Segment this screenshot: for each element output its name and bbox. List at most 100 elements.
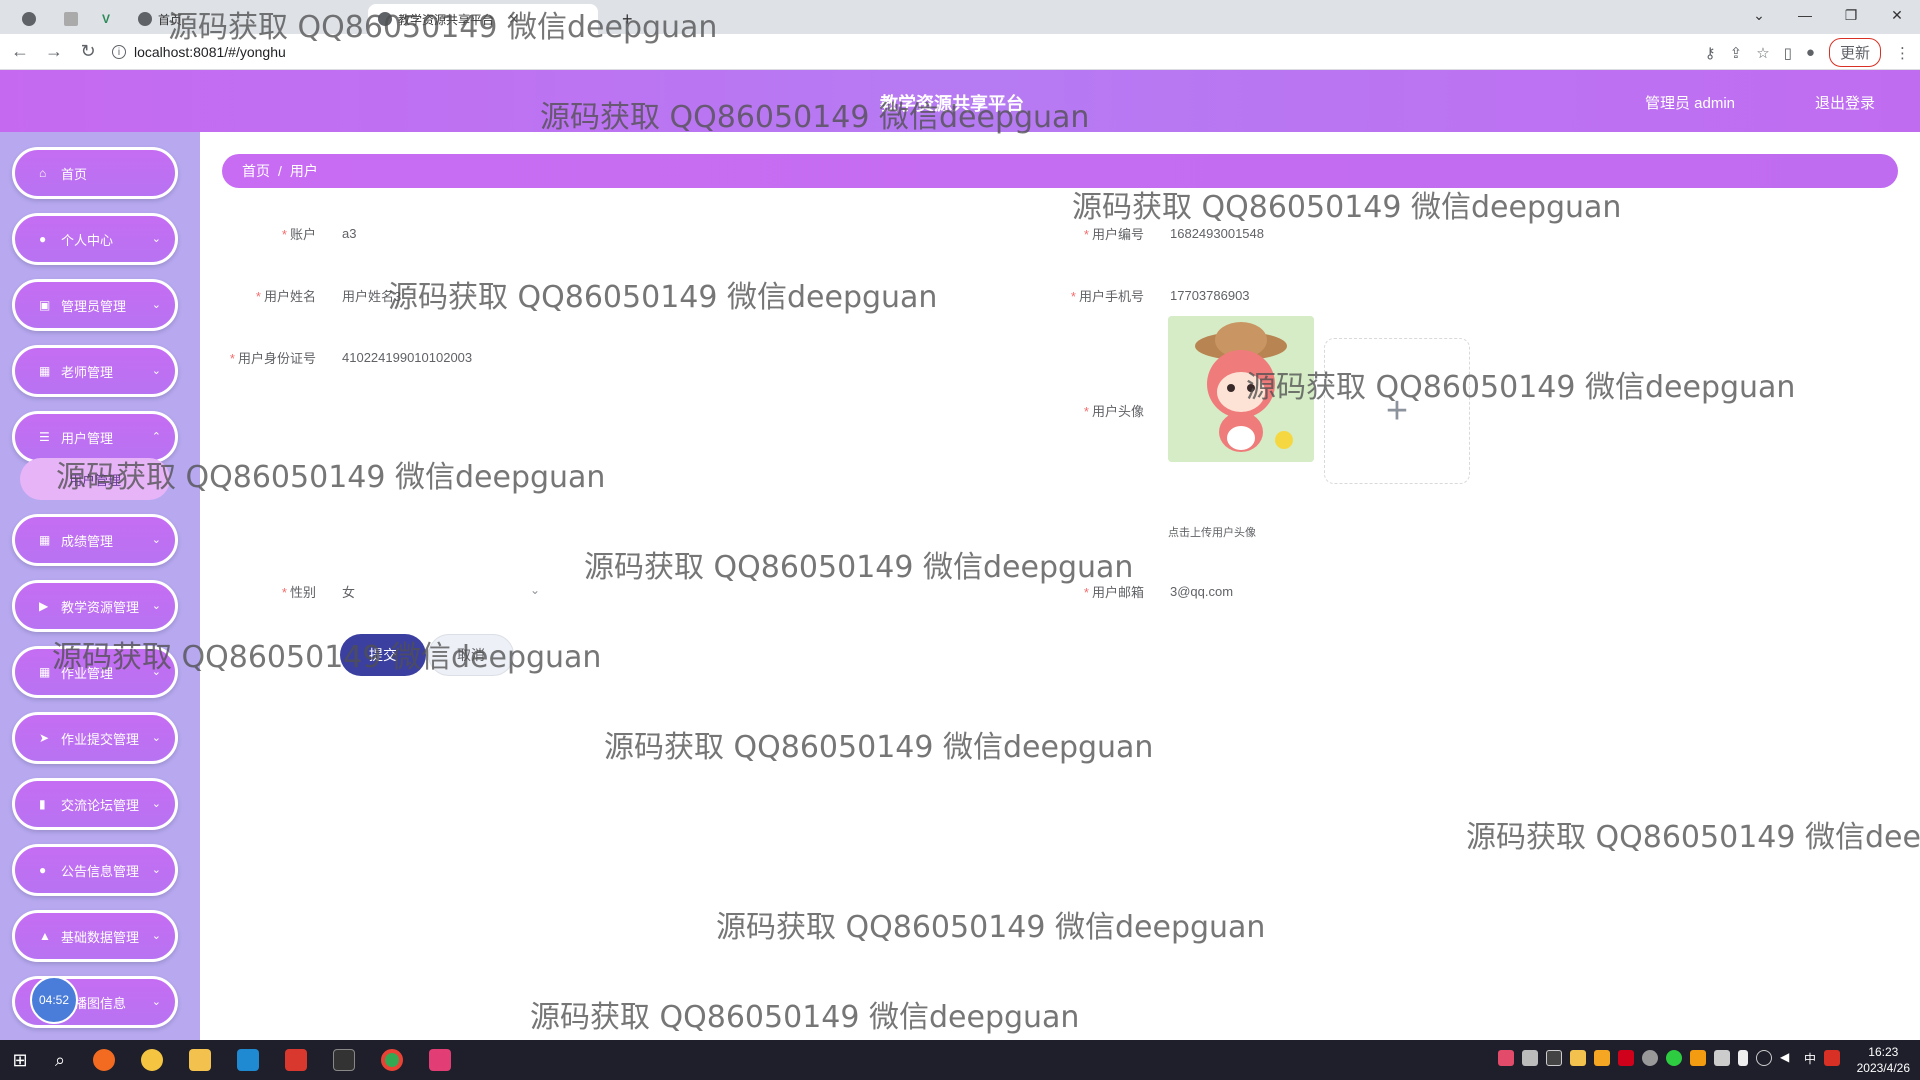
sidebar-item-profile[interactable]: ● 个人中心 ⌄ xyxy=(12,213,178,265)
globe-icon xyxy=(138,12,152,26)
sidebar-item-resources[interactable]: ▶ 教学资源管理 ⌄ xyxy=(12,580,178,632)
name-input[interactable]: 用户姓名3 xyxy=(342,286,401,305)
sidebar-item-submissions[interactable]: ➤ 作业提交管理 ⌄ xyxy=(12,712,178,764)
volume-icon[interactable]: ◀ xyxy=(1780,1050,1796,1066)
browser-tab-first[interactable] xyxy=(12,4,46,34)
chevron-down-icon[interactable]: ⌄ xyxy=(1736,0,1782,30)
submenu-item-users[interactable]: 用户管理 xyxy=(20,458,170,500)
chevron-down-icon[interactable]: ⌄ xyxy=(530,583,540,597)
tray-app-icon[interactable] xyxy=(1641,1050,1658,1066)
system-clock[interactable]: 16:23 2023/4/26 xyxy=(1857,1044,1910,1076)
tray-app-icon[interactable] xyxy=(1689,1050,1706,1066)
star-icon[interactable]: ☆ xyxy=(1756,44,1769,62)
battery-icon[interactable] xyxy=(1737,1050,1748,1066)
sidebar-item-home[interactable]: ⌂ 首页 xyxy=(12,147,178,199)
wechat-icon[interactable] xyxy=(1665,1050,1682,1066)
more-icon[interactable]: ⋮ xyxy=(1895,44,1910,62)
firefox-icon[interactable] xyxy=(80,1040,128,1080)
vscode-icon[interactable] xyxy=(224,1040,272,1080)
account-input[interactable]: a3 xyxy=(342,226,356,241)
share-icon[interactable]: ⇪ xyxy=(1730,44,1743,62)
sidebar-item-forum[interactable]: ▮ 交流论坛管理 ⌄ xyxy=(12,778,178,830)
sidebar-item-label: 成绩管理 xyxy=(61,533,114,549)
windows-start-icon[interactable]: ⊞ xyxy=(0,1040,40,1080)
page-icon xyxy=(64,12,78,26)
gender-field: * 性别 女 xyxy=(222,574,355,608)
browser-tab-vue[interactable]: V xyxy=(92,4,120,34)
wps-icon[interactable] xyxy=(272,1040,320,1080)
browser-tab-active[interactable]: 教学资源共享平台 ✕ xyxy=(368,4,598,34)
sidebar-item-notices[interactable]: ● 公告信息管理 ⌄ xyxy=(12,844,178,896)
breadcrumb: 首页 / 用户 xyxy=(222,154,1898,188)
info-icon[interactable]: i xyxy=(112,45,126,59)
key-icon[interactable]: ⚷ xyxy=(1705,44,1716,62)
label-text: 账户 xyxy=(289,226,316,242)
id-card-input[interactable]: 410224199010102003 xyxy=(342,350,472,365)
tray-app-icon[interactable] xyxy=(1617,1050,1634,1066)
browser-tab-second[interactable] xyxy=(54,4,88,34)
sidebar-item-grades[interactable]: ▦ 成绩管理 ⌄ xyxy=(12,514,178,566)
ime-indicator[interactable]: 中 xyxy=(1804,1050,1816,1066)
profile-icon[interactable]: ● xyxy=(1806,44,1815,61)
app-yellow-icon[interactable] xyxy=(128,1040,176,1080)
current-user: 管理员 admin xyxy=(1644,95,1735,112)
tray-app-icon[interactable] xyxy=(1593,1050,1610,1066)
sidebar-item-label: 作业管理 xyxy=(61,665,114,681)
required-marker: * xyxy=(281,584,287,600)
new-tab-button[interactable]: + xyxy=(612,4,643,34)
watermark: 源码获取 QQ86050149 微信deepguan xyxy=(530,1000,1080,1035)
email-field: * 用户邮箱 3@qq.com xyxy=(1050,574,1233,608)
sidebar-item-homework[interactable]: ▦ 作业管理 ⌄ xyxy=(12,646,178,698)
intellij-icon[interactable] xyxy=(416,1040,464,1080)
window-controls: ⌄ — ❐ ✕ xyxy=(1736,0,1920,30)
user-no-input[interactable]: 1682493001548 xyxy=(1170,226,1264,241)
forward-icon[interactable]: → xyxy=(40,38,68,66)
reload-icon[interactable]: ↻ xyxy=(74,38,102,66)
sidebar-item-label: 管理员管理 xyxy=(61,298,127,314)
tray-app-icon[interactable] xyxy=(1497,1050,1514,1066)
update-button[interactable]: 更新 xyxy=(1828,38,1881,67)
minimize-icon[interactable]: — xyxy=(1782,0,1828,30)
tray-app-icon[interactable] xyxy=(1713,1050,1730,1066)
tray-app-icon[interactable] xyxy=(1824,1050,1840,1066)
cancel-button[interactable]: 取消 xyxy=(428,634,514,676)
chrome-icon[interactable] xyxy=(368,1040,416,1080)
avatar-image[interactable] xyxy=(1168,316,1314,462)
browser-tab-home[interactable]: 首页 xyxy=(128,4,192,34)
sidebar-item-basedata[interactable]: ▲ 基础数据管理 ⌄ xyxy=(12,910,178,962)
sidebar-item-users[interactable]: ☰ 用户管理 ⌃ xyxy=(12,411,178,463)
tab-label: 首页 xyxy=(158,12,183,27)
tray-app-icon[interactable] xyxy=(1569,1050,1586,1066)
wifi-icon[interactable] xyxy=(1755,1050,1772,1066)
address-bar: ← → ↻ i localhost:8081/#/yonghu ⚷ ⇪ ☆ ▯ … xyxy=(0,34,1920,70)
maximize-icon[interactable]: ❐ xyxy=(1828,0,1874,30)
sidebar-item-label: 首页 xyxy=(61,166,88,182)
chevron-down-icon: ⌄ xyxy=(151,864,161,876)
browser-tab-bar: V 首页 教学资源共享平台 ✕ + ⌄ — ❐ ✕ xyxy=(0,0,1920,34)
search-icon[interactable]: ⌕ xyxy=(40,1040,80,1080)
sidebar-item-teachers[interactable]: ▦ 老师管理 ⌄ xyxy=(12,345,178,397)
avatar-upload-button[interactable]: + xyxy=(1324,338,1470,484)
terminal-icon[interactable] xyxy=(320,1040,368,1080)
label-text: 用户姓名 xyxy=(263,288,316,304)
required-marker: * xyxy=(281,226,287,242)
chevron-down-icon: ⌄ xyxy=(151,600,161,612)
close-icon[interactable]: ✕ xyxy=(508,11,520,28)
recording-timer[interactable]: 04:52 xyxy=(30,976,78,1024)
sidepanel-icon[interactable]: ▯ xyxy=(1784,44,1792,62)
sidebar-item-admins[interactable]: ▣ 管理员管理 ⌄ xyxy=(12,279,178,331)
logout-link[interactable]: 退出登录 xyxy=(1815,92,1875,113)
submit-button[interactable]: 提交 xyxy=(340,634,426,676)
tray-app-icon[interactable] xyxy=(1545,1050,1562,1066)
bulb-icon: ● xyxy=(39,863,47,877)
close-window-icon[interactable]: ✕ xyxy=(1874,0,1920,30)
breadcrumb-home[interactable]: 首页 xyxy=(242,161,270,181)
tray-app-icon[interactable] xyxy=(1521,1050,1538,1066)
url-input[interactable]: i localhost:8081/#/yonghu xyxy=(112,39,1672,65)
email-input[interactable]: 3@qq.com xyxy=(1170,584,1233,599)
back-icon[interactable]: ← xyxy=(6,38,34,66)
name-field: * 用户姓名 用户姓名3 xyxy=(222,278,401,312)
file-explorer-icon[interactable] xyxy=(176,1040,224,1080)
phone-input[interactable]: 17703786903 xyxy=(1170,288,1250,303)
gender-select[interactable]: 女 xyxy=(342,582,355,601)
